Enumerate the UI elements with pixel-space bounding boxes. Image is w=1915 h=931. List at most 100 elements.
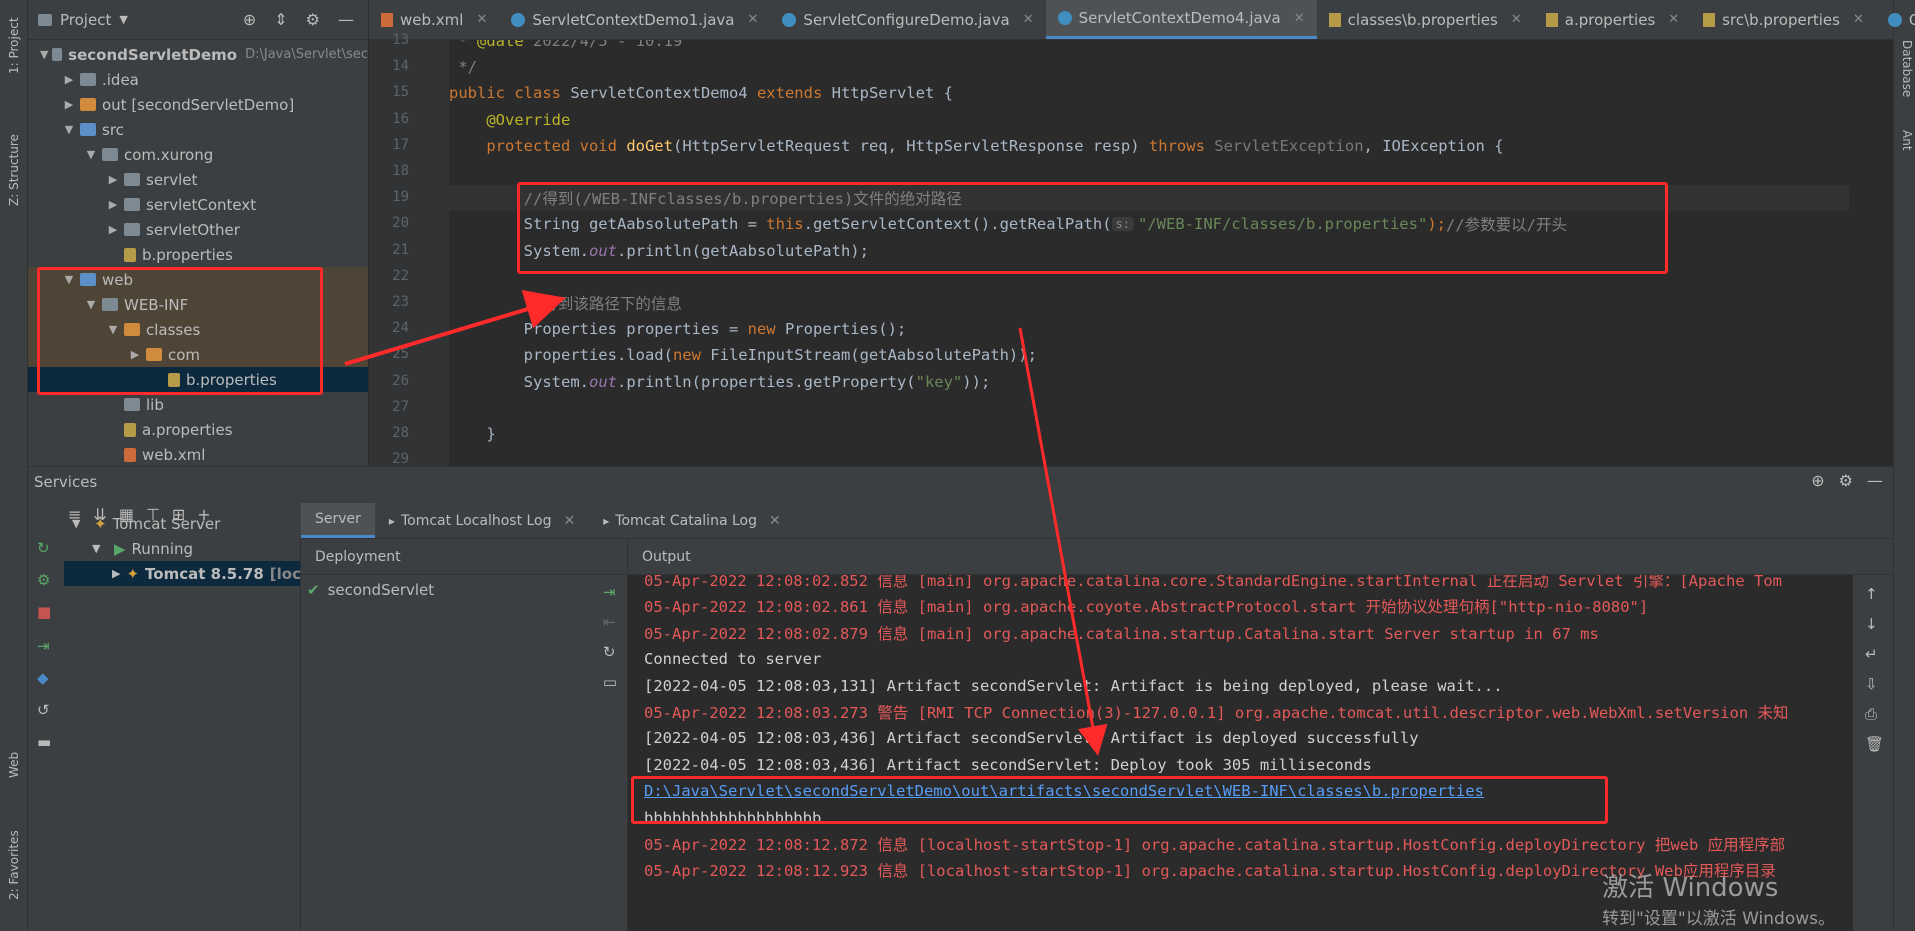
scroll-to-end-icon[interactable]: ⇩ xyxy=(1865,675,1878,693)
chevron-down-icon[interactable]: ▼ xyxy=(40,48,48,61)
refresh-icon[interactable]: ↺ xyxy=(37,701,50,719)
stop-icon[interactable]: ■ xyxy=(37,603,51,621)
tree-item[interactable]: ▶ .idea xyxy=(28,67,368,92)
tree-item[interactable]: b.properties xyxy=(28,242,368,267)
chevron-right-icon[interactable]: ▶ xyxy=(106,198,120,211)
tree-item[interactable]: ▶ out [secondServletDemo] xyxy=(28,92,368,117)
tree-item[interactable]: lib xyxy=(28,392,368,417)
chevron-right-icon[interactable]: ▶ xyxy=(62,73,76,86)
gear-icon[interactable]: ⚙ xyxy=(306,10,320,29)
watermark-subtitle: 转到"设置"以激活 Windows。 xyxy=(1602,909,1835,929)
chevron-right-icon[interactable]: ▶ xyxy=(106,223,120,236)
close-icon[interactable]: ✕ xyxy=(1668,12,1679,27)
service-tree-item[interactable]: ▶ ✦ Tomcat 8.5.78 [loca xyxy=(64,561,300,586)
tree-item[interactable]: web.xml xyxy=(28,442,368,466)
close-icon[interactable]: ✕ xyxy=(748,12,759,27)
services-panel: Services ⊕ ⚙ — ≡ ⇊ ▦ ⊤ ⊞ + ↻ ⚙ ■ ⇥ ◆ ↺ ▬… xyxy=(28,466,1893,931)
close-icon[interactable]: ✕ xyxy=(476,12,487,27)
editor-tab-label: ServletContextDemo4.java xyxy=(1078,9,1281,27)
close-icon[interactable]: ✕ xyxy=(1853,12,1864,27)
code-token: (HttpServletRequest req, HttpServletResp… xyxy=(672,136,1149,155)
editor-tab[interactable]: G xyxy=(1876,0,1915,39)
web-tool-tab[interactable]: Web xyxy=(2,740,26,790)
service-tree-item[interactable]: ▼ ✦ Tomcat Server xyxy=(64,511,300,536)
tree-item[interactable]: ▼ src xyxy=(28,117,368,142)
line-number: 24 xyxy=(392,320,409,337)
chevron-right-icon[interactable]: ▶ xyxy=(62,98,76,111)
services-title: Services xyxy=(34,473,98,491)
line-number: 16 xyxy=(392,110,409,127)
tree-item[interactable]: ▶ servlet xyxy=(28,167,368,192)
soft-wrap-icon[interactable]: ↵ xyxy=(1865,645,1878,663)
editor-tab[interactable]: ServletContextDemo4.java ✕ xyxy=(1045,0,1317,39)
editor-tab[interactable]: ServletContextDemo1.java ✕ xyxy=(499,0,770,39)
class-icon xyxy=(1057,11,1072,25)
project-panel: Project ▼ ⊕ ⇕ ⚙ — ▼ secondServletDemo D:\J… xyxy=(28,0,369,466)
code-line: @Override xyxy=(449,107,1849,133)
line-number: 25 xyxy=(392,346,409,363)
tree-item-label: b.properties xyxy=(142,245,233,264)
ant-tool-tab[interactable]: Ant xyxy=(1896,130,1914,170)
gear-icon[interactable]: ⚙ xyxy=(1839,471,1853,490)
project-title[interactable]: Project xyxy=(60,11,111,29)
structure-tool-tab[interactable]: Z: Structure xyxy=(2,120,26,220)
detail-tab[interactable]: ▸ Tomcat Localhost Log ✕ xyxy=(375,503,589,538)
arrow-up-icon[interactable]: ↑ xyxy=(1865,585,1878,603)
chevron-right-icon[interactable]: ▶ xyxy=(112,567,120,580)
editor-tab-label: web.xml xyxy=(400,10,464,29)
favorites-tool-tab[interactable]: 2: Favorites xyxy=(2,815,26,915)
layout-icon[interactable]: ▬ xyxy=(37,733,51,751)
code-line: protected void doGet (HttpServletRequest … xyxy=(449,133,1849,159)
tree-item[interactable]: ▶ servletContext xyxy=(28,192,368,217)
chevron-down-icon[interactable]: ▼ xyxy=(62,123,76,136)
service-tree-item[interactable]: ▼ ▶ Running xyxy=(64,536,300,561)
arrow-down-icon[interactable]: ↓ xyxy=(1865,615,1878,633)
chevron-down-icon[interactable]: ▼ xyxy=(84,148,98,161)
deploy-icon[interactable]: ⇥ xyxy=(603,583,617,601)
code-token: throws xyxy=(1148,136,1215,155)
locate-icon[interactable]: ⊕ xyxy=(243,10,256,29)
detail-tab[interactable]: Server xyxy=(301,503,375,538)
deploy-icon[interactable]: ⇥ xyxy=(37,637,50,655)
minimize-icon[interactable]: — xyxy=(338,10,354,29)
tree-item[interactable]: a.properties xyxy=(28,417,368,442)
rerun-icon[interactable]: ↻ xyxy=(37,539,50,557)
print-icon[interactable]: ⎙ xyxy=(1865,705,1877,723)
editor-tab[interactable]: src\b.properties ✕ xyxy=(1691,0,1876,39)
close-icon[interactable]: ✕ xyxy=(1294,11,1305,26)
minimize-icon[interactable]: — xyxy=(1867,471,1883,490)
tree-item[interactable]: ▼ com.xurong xyxy=(28,142,368,167)
code-line: properties.load(new FileInputStream(getA… xyxy=(449,342,1849,368)
detail-tab[interactable]: ▸ Tomcat Catalina Log ✕ xyxy=(589,503,794,538)
redeploy-icon[interactable]: ↻ xyxy=(603,643,617,661)
tree-item[interactable]: ▼ secondServletDemo D:\Java\Servlet\sec xyxy=(28,42,368,67)
chevron-down-icon[interactable]: ▼ xyxy=(72,517,88,530)
editor-tab-label: src\b.properties xyxy=(1722,10,1840,29)
deployment-item[interactable]: ✔ secondServlet xyxy=(307,581,434,599)
project-tool-tab[interactable]: 1: Project xyxy=(2,8,26,84)
collapse-icon[interactable]: ⇕ xyxy=(274,10,287,29)
services-side-toolbar: ↻ ⚙ ■ ⇥ ◆ ↺ ▬ xyxy=(28,503,64,931)
service-tree-label: Tomcat Server xyxy=(112,514,221,533)
chevron-down-icon[interactable]: ▼ xyxy=(119,13,127,26)
close-icon[interactable]: ✕ xyxy=(564,513,576,529)
line-number: 18 xyxy=(392,163,409,179)
tomcat-icon: ✦ xyxy=(94,514,107,533)
update-icon[interactable]: ▭ xyxy=(603,673,617,691)
close-icon[interactable]: ✕ xyxy=(769,513,781,529)
tree-item[interactable]: ▶ servletOther xyxy=(28,217,368,242)
artifact-icon[interactable]: ◆ xyxy=(37,669,49,687)
globe-icon[interactable]: ⊕ xyxy=(1811,471,1824,490)
debug-icon[interactable]: ⚙ xyxy=(37,571,50,589)
chevron-down-icon[interactable]: ▼ xyxy=(92,542,108,555)
editor-tab[interactable]: a.properties ✕ xyxy=(1534,0,1691,39)
folder-icon xyxy=(80,98,96,111)
editor-tab[interactable]: classes\b.properties ✕ xyxy=(1317,0,1534,39)
database-tool-tab[interactable]: Database xyxy=(1896,40,1914,120)
close-icon[interactable]: ✕ xyxy=(1511,12,1522,27)
editor-tab[interactable]: ServletConfigureDemo.java ✕ xyxy=(770,0,1045,39)
chevron-right-icon[interactable]: ▶ xyxy=(106,173,120,186)
close-icon[interactable]: ✕ xyxy=(1023,12,1034,27)
trash-icon[interactable]: 🗑 xyxy=(1865,735,1884,753)
